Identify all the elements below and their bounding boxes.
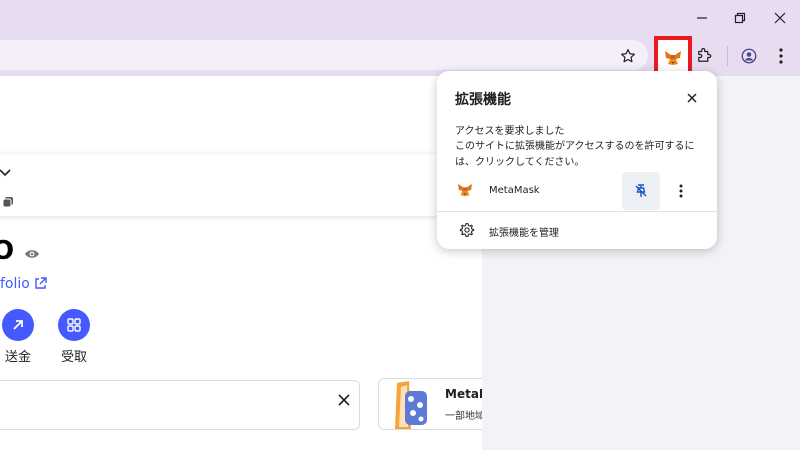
arrow-up-right-icon <box>13 320 23 330</box>
bookmark-button[interactable] <box>614 42 642 70</box>
web-page: O folio 送金 受取 MetaM 一部地域 <box>0 76 498 450</box>
pin-off-icon <box>635 184 647 197</box>
close-icon[interactable] <box>337 393 351 407</box>
restore-button[interactable] <box>718 0 762 36</box>
extensions-popup: 拡張機能 アクセスを要求しました このサイトに拡張機能がアクセスするのを許可する… <box>437 71 717 249</box>
browser-titlebar <box>0 0 800 36</box>
portfolio-link[interactable]: folio <box>0 276 30 292</box>
promo-subtitle: 一部地域 <box>445 411 485 422</box>
metamask-fox-icon <box>665 51 681 65</box>
popup-divider <box>437 211 717 212</box>
kebab-menu-icon <box>779 48 783 64</box>
qr-scan-icon <box>67 318 81 332</box>
notice-banner <box>0 380 360 430</box>
fox-illustration-icon <box>395 381 427 429</box>
star-icon <box>621 49 635 63</box>
account-card[interactable] <box>0 154 442 216</box>
puzzle-icon <box>698 47 712 62</box>
close-icon <box>687 93 697 103</box>
close-icon <box>774 12 786 24</box>
minimize-icon <box>697 17 707 19</box>
send-button[interactable] <box>2 309 34 341</box>
popup-title: 拡張機能 <box>455 92 511 108</box>
extension-more-button[interactable] <box>669 179 693 203</box>
popup-close-button[interactable] <box>681 87 703 109</box>
extensions-button[interactable] <box>690 42 718 70</box>
kebab-menu-icon <box>679 184 683 198</box>
receive-button[interactable] <box>58 309 90 341</box>
copy-icon[interactable] <box>2 196 14 208</box>
receive-label: 受取 <box>60 350 87 365</box>
gear-icon <box>459 223 475 237</box>
address-bar[interactable] <box>0 40 648 70</box>
chrome-menu-button[interactable] <box>767 42 795 70</box>
profile-icon <box>741 48 757 64</box>
restore-icon <box>734 12 746 24</box>
profile-button[interactable] <box>735 42 763 70</box>
extension-name: MetaMask <box>489 185 540 196</box>
close-window-button[interactable] <box>758 0 800 36</box>
pin-button[interactable] <box>622 172 660 210</box>
metamask-fox-icon <box>458 183 472 197</box>
promo-card[interactable]: MetaM 一部地域 <box>378 378 498 430</box>
toolbar-separator <box>727 46 728 66</box>
external-link-icon[interactable] <box>34 277 47 290</box>
send-label: 送金 <box>4 350 31 365</box>
access-heading: アクセスを要求しました <box>455 126 565 137</box>
extension-row-metamask[interactable]: MetaMask <box>437 171 717 211</box>
chevron-down-icon[interactable] <box>0 168 12 178</box>
manage-extensions-label: 拡張機能を管理 <box>489 228 559 239</box>
manage-extensions-item[interactable]: 拡張機能を管理 <box>437 215 717 247</box>
access-description: このサイトに拡張機能がアクセスするのを許可するには、クリックしてください。 <box>455 141 695 168</box>
balance-amount: O <box>0 236 15 266</box>
eye-icon[interactable] <box>24 248 40 260</box>
